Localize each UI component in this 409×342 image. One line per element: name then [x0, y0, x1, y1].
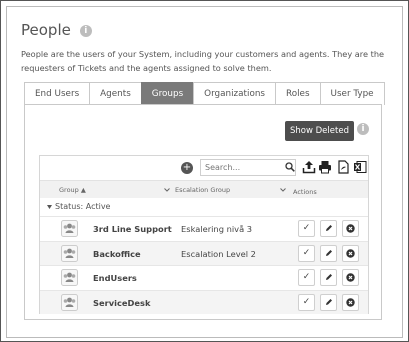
- delete-button[interactable]: [342, 220, 359, 237]
- edit-button[interactable]: [320, 293, 337, 311]
- grid-toolbar: +: [40, 156, 368, 180]
- group-name[interactable]: Backoffice: [93, 249, 141, 259]
- close-circle-icon: [346, 273, 355, 282]
- group-icon: [61, 293, 78, 311]
- group-column-header[interactable]: Group ▲: [59, 186, 86, 194]
- group-rows: 3rd Line Support Eskalering nivå 3 ✓ Bac…: [40, 216, 368, 315]
- table-row[interactable]: 3rd Line Support Eskalering nivå 3 ✓: [40, 216, 368, 241]
- edit-button[interactable]: [320, 269, 337, 287]
- groups-grid: + Search... Group ▲ Escalation Group Act…: [39, 155, 369, 315]
- pencil-icon: [325, 225, 332, 231]
- tab-groups[interactable]: Groups: [140, 82, 195, 105]
- tab-roles[interactable]: Roles: [274, 82, 321, 105]
- show-deleted-button[interactable]: Show Deleted: [285, 121, 354, 141]
- close-circle-icon: [346, 248, 355, 258]
- tab-agents[interactable]: Agents: [89, 82, 142, 105]
- groups-panel: Show Deleted i + Search... Group ▲ Escal…: [24, 104, 382, 320]
- info-icon[interactable]: i: [357, 123, 369, 135]
- escalation-group-column-header[interactable]: Escalation Group: [175, 186, 230, 194]
- info-icon[interactable]: i: [79, 24, 92, 37]
- group-icon: [61, 269, 78, 287]
- close-circle-icon: [346, 224, 355, 233]
- page-title: People: [21, 21, 71, 39]
- pencil-icon: [325, 249, 332, 256]
- delete-button[interactable]: [342, 293, 359, 311]
- table-row[interactable]: EndUsers ✓: [40, 265, 368, 290]
- check-button[interactable]: ✓: [298, 293, 315, 311]
- delete-button[interactable]: [342, 244, 359, 262]
- page-description: People are the users of your System, inc…: [21, 49, 385, 73]
- group-name[interactable]: 3rd Line Support: [93, 224, 172, 234]
- edit-button[interactable]: [320, 220, 337, 237]
- table-row[interactable]: Backoffice Escalation Level 2 ✓: [40, 240, 368, 266]
- group-name[interactable]: ServiceDesk: [93, 298, 150, 308]
- search-input[interactable]: [200, 159, 296, 176]
- table-row[interactable]: ServiceDesk ✓: [40, 289, 368, 315]
- export-icon[interactable]: [302, 160, 316, 174]
- group-icon: [61, 244, 78, 262]
- excel-icon[interactable]: [353, 160, 367, 174]
- pdf-icon[interactable]: [336, 160, 350, 174]
- window-frame: People i People are the users of your Sy…: [0, 0, 409, 342]
- column-header-row: Group ▲ Escalation Group Actions: [40, 180, 368, 198]
- delete-button[interactable]: [342, 269, 359, 287]
- collapse-triangle-icon[interactable]: [47, 205, 52, 209]
- page-header: People i: [21, 21, 92, 39]
- escalation-group: Eskalering nivå 3: [181, 224, 253, 234]
- add-group-icon[interactable]: +: [181, 162, 193, 174]
- group-name[interactable]: EndUsers: [93, 273, 137, 283]
- actions-column-header: Actions: [293, 188, 317, 196]
- status-group-row[interactable]: Status: Active: [40, 199, 368, 215]
- check-button[interactable]: ✓: [298, 220, 315, 237]
- tab-bar: End Users Agents Groups Organizations Ro…: [24, 82, 385, 105]
- group-icon: [61, 220, 78, 237]
- chevron-down-icon[interactable]: [164, 188, 170, 192]
- print-icon[interactable]: [318, 160, 332, 174]
- edit-button[interactable]: [320, 244, 337, 262]
- check-button[interactable]: ✓: [298, 244, 315, 262]
- tab-user-type[interactable]: User Type: [319, 82, 385, 105]
- tab-organizations[interactable]: Organizations: [193, 82, 276, 105]
- escalation-group: Escalation Level 2: [181, 248, 256, 259]
- pencil-icon: [325, 274, 332, 281]
- status-group-label: Status: Active: [55, 202, 111, 211]
- check-button[interactable]: ✓: [298, 269, 315, 287]
- search-icon[interactable]: [285, 162, 295, 172]
- pencil-icon: [325, 298, 332, 305]
- tab-end-users[interactable]: End Users: [24, 82, 91, 105]
- close-circle-icon: [346, 298, 355, 307]
- chevron-down-icon[interactable]: [280, 188, 286, 192]
- people-page: People i People are the users of your Sy…: [6, 6, 403, 338]
